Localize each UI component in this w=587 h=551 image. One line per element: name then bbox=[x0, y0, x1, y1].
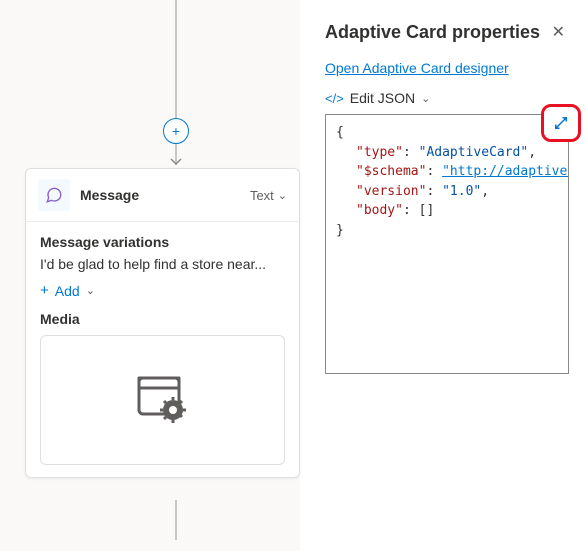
panel-title: Adaptive Card properties bbox=[325, 22, 540, 43]
close-icon[interactable]: ✕ bbox=[548, 20, 569, 44]
flow-canvas[interactable]: + Message Text ⌄ Message variations I'd … bbox=[0, 0, 300, 551]
add-variation-button[interactable]: + Add ⌄ bbox=[40, 282, 285, 299]
connector-line-bottom bbox=[175, 500, 177, 540]
json-value: [] bbox=[419, 203, 435, 218]
arrow-down-icon bbox=[170, 155, 182, 167]
plus-icon: + bbox=[172, 123, 180, 139]
message-icon bbox=[38, 179, 70, 211]
message-node[interactable]: Message Text ⌄ Message variations I'd be… bbox=[25, 168, 300, 478]
expand-editor-button[interactable] bbox=[541, 104, 581, 142]
variations-section: Message variations I'd be glad to help f… bbox=[26, 222, 299, 311]
node-header[interactable]: Message Text ⌄ bbox=[26, 169, 299, 222]
node-type-label[interactable]: Text bbox=[250, 188, 274, 203]
add-node-button[interactable]: + bbox=[163, 118, 189, 144]
chevron-down-icon: ⌄ bbox=[421, 92, 430, 105]
media-label: Media bbox=[40, 311, 285, 327]
panel-header: Adaptive Card properties ✕ bbox=[325, 20, 569, 44]
json-editor[interactable]: { "type": "AdaptiveCard", "$schema": "ht… bbox=[325, 114, 569, 374]
json-key: "version" bbox=[356, 184, 426, 199]
chevron-down-icon: ⌄ bbox=[86, 284, 95, 297]
json-schema-link[interactable]: "http://adaptivecards.i bbox=[442, 164, 569, 179]
media-gear-icon bbox=[133, 372, 193, 429]
edit-json-label: Edit JSON bbox=[350, 90, 415, 106]
variation-row[interactable]: I'd be glad to help find a store near... bbox=[40, 256, 285, 272]
plus-icon: + bbox=[40, 282, 49, 299]
json-key: "$schema" bbox=[356, 164, 426, 179]
open-designer-link[interactable]: Open Adaptive Card designer bbox=[325, 60, 509, 76]
chevron-down-icon[interactable]: ⌄ bbox=[278, 189, 287, 202]
add-label: Add bbox=[55, 283, 80, 299]
edit-json-toggle[interactable]: </> Edit JSON ⌄ bbox=[325, 90, 569, 106]
media-placeholder[interactable] bbox=[40, 335, 285, 465]
media-section: Media bbox=[26, 311, 299, 477]
node-title: Message bbox=[80, 187, 250, 203]
json-key: "body" bbox=[356, 203, 403, 218]
json-value: "1.0" bbox=[442, 184, 481, 199]
properties-panel: Adaptive Card properties ✕ Open Adaptive… bbox=[307, 0, 587, 551]
code-icon: </> bbox=[325, 91, 344, 106]
variations-label: Message variations bbox=[40, 234, 285, 250]
json-value: "AdaptiveCard" bbox=[419, 145, 529, 160]
json-key: "type" bbox=[356, 145, 403, 160]
expand-icon bbox=[548, 110, 574, 136]
